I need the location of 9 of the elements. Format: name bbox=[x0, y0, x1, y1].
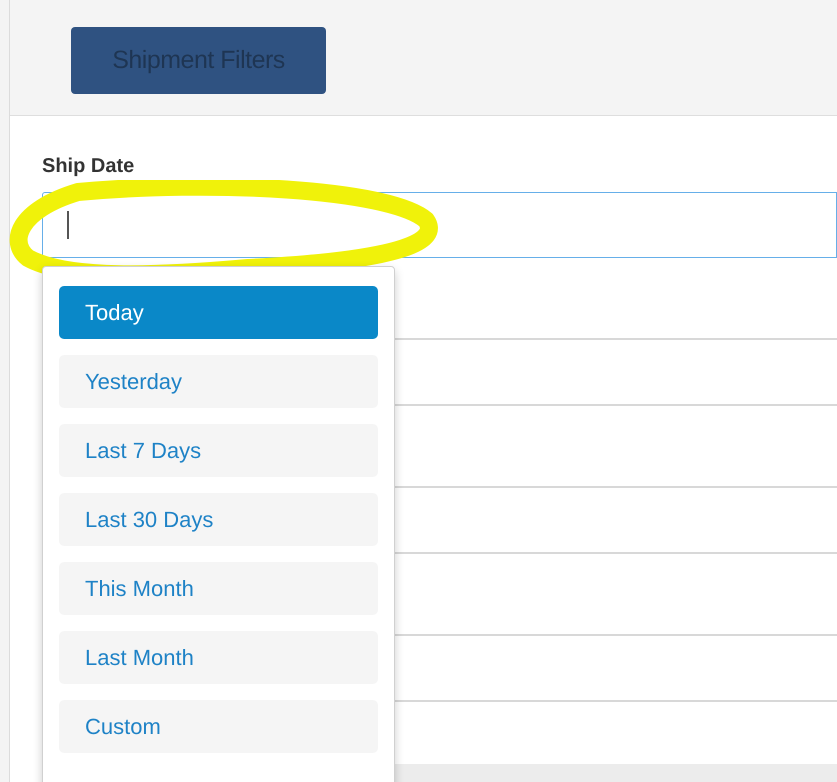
date-range-option[interactable]: Today bbox=[59, 286, 378, 339]
date-range-option[interactable]: This Month bbox=[59, 562, 378, 615]
date-range-option[interactable]: Last Month bbox=[59, 631, 378, 684]
date-range-option[interactable]: Last 30 Days bbox=[59, 493, 378, 546]
ship-date-field[interactable] bbox=[42, 192, 837, 258]
date-range-option[interactable]: Custom bbox=[59, 700, 378, 753]
date-range-option[interactable]: Yesterday bbox=[59, 355, 378, 408]
date-range-option[interactable]: Last 7 Days bbox=[59, 424, 378, 477]
ship-date-label: Ship Date bbox=[42, 154, 134, 178]
